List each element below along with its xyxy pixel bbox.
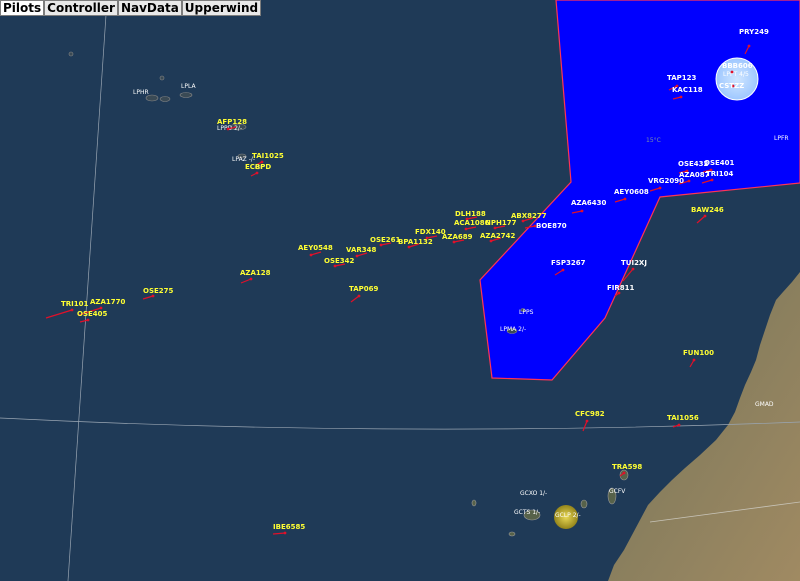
aircraft-position-marker[interactable] [493, 226, 497, 230]
tab-upperwind[interactable]: Upperwind [181, 0, 262, 16]
aircraft-callsign-label[interactable]: ECBPD [245, 163, 271, 171]
aircraft-callsign-label[interactable]: TAP069 [349, 285, 379, 293]
aircraft-position-marker[interactable] [355, 254, 359, 258]
sector-temperature-label: 15°C [646, 137, 661, 144]
aircraft-callsign-label[interactable]: FSP3267 [551, 259, 586, 267]
aircraft-position-marker[interactable] [464, 227, 468, 231]
aircraft-position-marker[interactable] [580, 209, 584, 213]
airport-label-lpps: LPPS [519, 309, 534, 316]
aircraft-position-marker[interactable] [86, 318, 90, 322]
aircraft-callsign-label[interactable]: AFP128 [217, 118, 247, 126]
aircraft-position-marker[interactable] [226, 127, 230, 131]
aircraft-position-marker[interactable] [687, 179, 691, 183]
tab-controller[interactable]: Controller [44, 0, 118, 16]
aircraft-position-marker[interactable] [617, 291, 621, 295]
aircraft-callsign-label[interactable]: OSE401 [704, 159, 735, 167]
aircraft-position-marker[interactable] [379, 243, 383, 247]
airport-label-lpla: LPLA [181, 83, 196, 90]
airport-label-gcfv: GCFV [609, 488, 626, 495]
aircraft-cstzz[interactable]: CSTZZ [719, 82, 744, 90]
aircraft-callsign-label[interactable]: AEY0548 [298, 244, 333, 252]
airport-label-gclp: GCLP 2/- [555, 512, 581, 519]
airport-label-lpfr: LPFR [774, 135, 789, 142]
tab-navdata[interactable]: NavData [117, 0, 182, 16]
aircraft-callsign-label[interactable]: FIR811 [607, 284, 635, 292]
aircraft-callsign-label[interactable]: TAI1056 [667, 414, 699, 422]
aircraft-position-marker[interactable] [151, 294, 155, 298]
aircraft-position-marker[interactable] [622, 471, 626, 475]
aircraft-position-marker[interactable] [99, 306, 103, 310]
aircraft-position-marker[interactable] [747, 44, 751, 48]
aircraft-callsign-label[interactable]: TRA598 [612, 463, 642, 471]
aircraft-callsign-label[interactable]: KAC118 [672, 86, 703, 94]
aircraft-callsign-label[interactable]: PRY249 [739, 28, 769, 36]
aircraft-callsign-label[interactable]: AZA1770 [90, 298, 126, 306]
aircraft-callsign-label[interactable]: CSTZZ [719, 82, 744, 90]
airport-label-lpma: LPMA 2/- [500, 326, 526, 333]
aircraft-position-marker[interactable] [283, 531, 287, 535]
airport-label-lppt: LPPT 4/5 [723, 71, 749, 78]
aircraft-position-marker[interactable] [452, 240, 456, 244]
aircraft-callsign-label[interactable]: OSE275 [143, 287, 174, 295]
aircraft-position-marker[interactable] [658, 186, 662, 190]
aircraft-position-marker[interactable] [710, 178, 714, 182]
aircraft-callsign-label[interactable]: BBB606 [722, 62, 753, 70]
aircraft-callsign-label[interactable]: TUI2XJ [621, 259, 647, 267]
aircraft-position-marker[interactable] [255, 171, 259, 175]
aircraft-callsign-label[interactable]: VRG2090 [648, 177, 684, 185]
aircraft-callsign-label[interactable]: BOE870 [536, 222, 567, 230]
aircraft-position-marker[interactable] [561, 268, 565, 272]
aircraft-callsign-label[interactable]: OSE342 [324, 257, 355, 265]
aircraft-position-marker[interactable] [407, 245, 411, 249]
aircraft-callsign-label[interactable]: VAR348 [346, 246, 376, 254]
aircraft-callsign-label[interactable]: FUN100 [683, 349, 714, 357]
aircraft-position-marker[interactable] [679, 95, 683, 99]
aircraft-position-marker[interactable] [631, 267, 635, 271]
aircraft-position-marker[interactable] [585, 419, 589, 423]
aircraft-callsign-label[interactable]: OSE405 [77, 310, 108, 318]
aircraft-position-marker[interactable] [357, 294, 361, 298]
airport-label-gmad: GMAD [755, 401, 774, 408]
aircraft-callsign-label[interactable]: OSE261 [370, 236, 401, 244]
airport-label-gcts: GCTS 1/- [514, 509, 540, 516]
aircraft-position-marker[interactable] [333, 264, 337, 268]
aircraft-callsign-label[interactable]: TRI101 [61, 300, 89, 308]
aircraft-callsign-label[interactable]: AZA128 [240, 269, 271, 277]
aircraft-callsign-label[interactable]: TRI104 [706, 170, 734, 178]
aircraft-callsign-label[interactable]: IBE6585 [273, 523, 305, 531]
aircraft-position-marker[interactable] [70, 308, 74, 312]
aircraft-callsign-label[interactable]: TAP123 [667, 74, 697, 82]
aircraft-callsign-label[interactable]: AEY0608 [614, 188, 649, 196]
aircraft-position-marker[interactable] [623, 197, 627, 201]
menu-tab-bar: Pilots Controller NavData Upperwind [0, 0, 262, 16]
aircraft-position-marker[interactable] [730, 70, 734, 74]
aircraft-callsign-label[interactable]: DLH188 [455, 210, 486, 218]
aircraft-position-marker[interactable] [249, 277, 253, 281]
aircraft-callsign-label[interactable]: BAW246 [691, 206, 724, 214]
aircraft-callsign-label[interactable]: AZA689 [442, 233, 473, 241]
aircraft-position-marker[interactable] [692, 358, 696, 362]
airport-label-gcxo: GCXO 1/- [520, 490, 547, 497]
aircraft-callsign-label[interactable]: NPH177 [485, 219, 517, 227]
aircraft-position-marker[interactable] [677, 423, 681, 427]
aircraft-callsign-label[interactable]: AZA6430 [571, 199, 607, 207]
aircraft-position-marker[interactable] [703, 214, 707, 218]
radar-map[interactable]: 15°C LPHRLPLALPPD 2/-LPAZ -/-LPPSLPMA 2/… [0, 0, 800, 581]
aircraft-callsign-label[interactable]: AZA2742 [480, 232, 516, 240]
aircraft-position-marker[interactable] [521, 219, 525, 223]
aircraft-callsign-label[interactable]: BPA1132 [398, 238, 433, 246]
tab-pilots[interactable]: Pilots [0, 0, 45, 16]
aircraft-callsign-label[interactable]: CFC982 [575, 410, 605, 418]
aircraft-position-marker[interactable] [309, 253, 313, 257]
airport-label-lphr: LPHR [133, 89, 149, 96]
aircraft-position-marker[interactable] [489, 239, 493, 243]
aircraft-callsign-label[interactable]: TAI1025 [252, 152, 284, 160]
